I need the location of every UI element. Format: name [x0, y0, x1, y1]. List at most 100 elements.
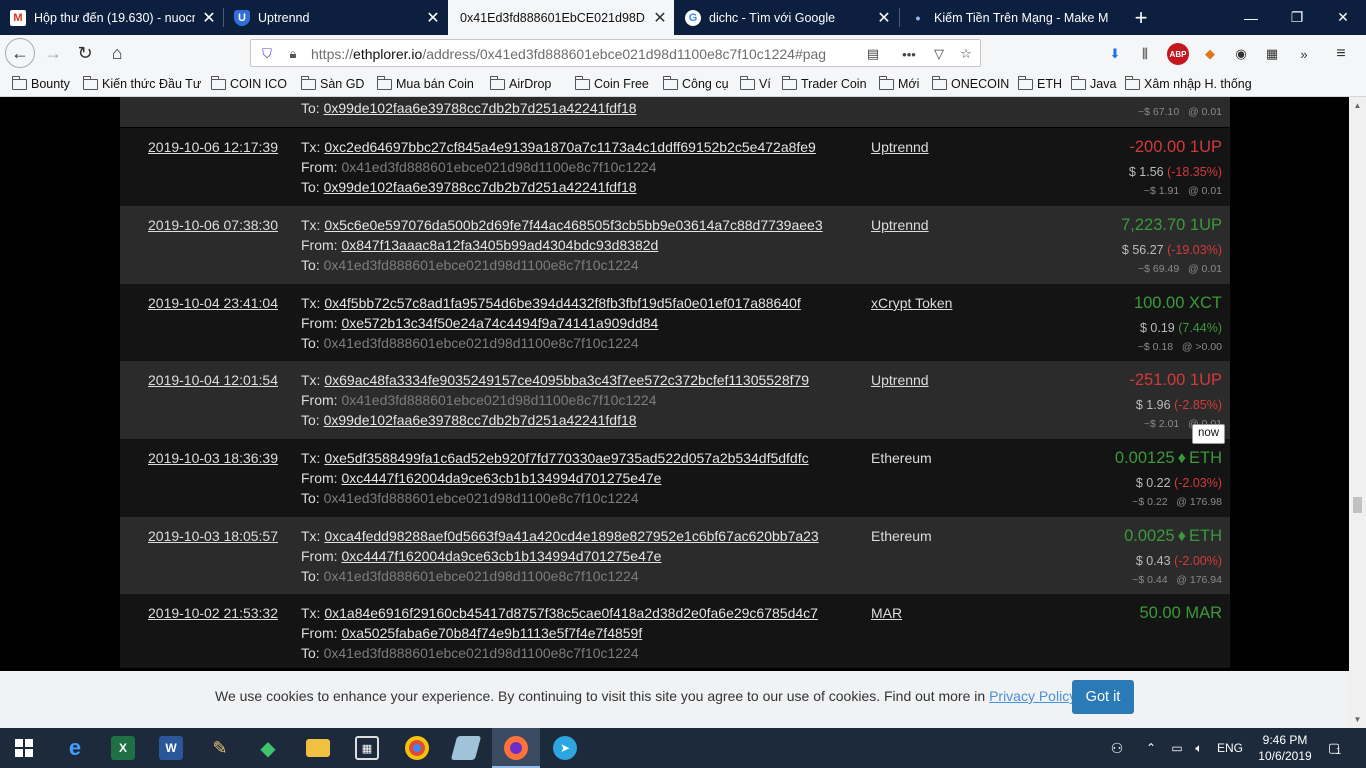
clock[interactable]: 9:46 PM 10/6/2019	[1252, 732, 1318, 764]
close-icon[interactable]: ✕	[419, 8, 447, 28]
url-text[interactable]: https://ethplorer.io/address/0x41ed3fd88…	[311, 46, 856, 62]
tx-hash-link[interactable]: 0xc2ed64697bbc27cf845a4e9139a1870a7c1173…	[324, 139, 816, 155]
start-button[interactable]	[0, 728, 48, 768]
url-bar[interactable]: ⛉ 🔒︎ https://ethplorer.io/address/0x41ed…	[250, 39, 981, 67]
taskbar-telegram[interactable]: ➤	[541, 728, 589, 768]
bookmark-folder[interactable]: Trader Coin	[781, 75, 867, 93]
scroll-down-icon[interactable]: ▼	[1349, 711, 1366, 728]
token-link[interactable]: Uptrennd	[871, 139, 929, 155]
overflow-chevron-icon[interactable]: »	[1293, 43, 1315, 65]
tx-date-link[interactable]: 2019-10-06 07:38:30	[148, 217, 278, 233]
people-icon[interactable]: ⚇	[1104, 728, 1130, 768]
bookmark-folder[interactable]: ETH	[1017, 75, 1062, 93]
taskbar-app-diamond[interactable]: ◆	[244, 728, 292, 768]
close-icon[interactable]: ✕	[195, 8, 223, 28]
tab-uptrennd[interactable]: U Uptrennd ✕	[224, 0, 447, 35]
close-icon[interactable]: ✕	[646, 8, 674, 28]
lock-icon[interactable]: 🔒︎	[283, 44, 303, 64]
bookmark-folder[interactable]: Mới	[878, 75, 919, 93]
taskbar-calculator[interactable]: ▦	[343, 728, 391, 768]
menu-icon[interactable]: ≡	[1330, 43, 1352, 65]
to-address-link[interactable]: 0x99de102faa6e39788cc7db2b7d251a42241fdf…	[324, 412, 637, 428]
forward-button[interactable]: →	[38, 39, 68, 67]
tx-date-link[interactable]: 2019-10-03 18:36:39	[148, 450, 278, 466]
to-address-link[interactable]: 0x99de102faa6e39788cc7db2b7d251a42241fdf…	[324, 100, 637, 116]
tab-google[interactable]: G dichc - Tìm với Google ✕	[675, 0, 898, 35]
token-link[interactable]: Uptrennd	[871, 372, 929, 388]
library-icon[interactable]: ⫼	[1134, 43, 1156, 65]
from-address-link[interactable]: 0x847f13aaac8a12fa3405b99ad4304bdc93d838…	[341, 237, 658, 253]
restore-button[interactable]: ❐	[1274, 0, 1320, 35]
bookmark-folder[interactable]: Mua bán Coin	[376, 75, 474, 93]
qr-code-icon[interactable]: ▦	[1261, 43, 1283, 65]
adblock-icon[interactable]: ABP	[1167, 43, 1189, 65]
home-button[interactable]: ⌂	[102, 39, 132, 67]
taskbar-chrome[interactable]	[393, 728, 441, 768]
account-icon[interactable]: ◉	[1230, 43, 1252, 65]
tx-date-link[interactable]: 2019-10-04 12:01:54	[148, 372, 278, 388]
reader-view-icon[interactable]: ▤	[863, 44, 883, 64]
bookmark-folder[interactable]: ONECOIN	[931, 75, 1009, 93]
from-address-link[interactable]: 0xc4447f162004da9ce63cb1b134994d701275e4…	[341, 470, 661, 486]
bookmark-folder[interactable]: Bounty	[11, 75, 70, 93]
notifications-icon[interactable]: ▢ 1	[1320, 728, 1348, 768]
cookie-accept-button[interactable]: Got it	[1072, 680, 1134, 714]
bookmark-folder[interactable]: AirDrop	[489, 75, 551, 93]
battery-icon[interactable]: ▭	[1166, 728, 1188, 768]
volume-icon[interactable]: 🔈︎	[1188, 728, 1210, 768]
scroll-thumb[interactable]	[1353, 497, 1362, 513]
shield-icon[interactable]: ⛉	[257, 44, 277, 64]
bookmark-folder[interactable]: Java	[1070, 75, 1116, 93]
tx-hash-link[interactable]: 0x69ac48fa3334fe9035249157ce4095bba3c43f…	[324, 372, 809, 388]
tx-hash-link[interactable]: 0xca4fedd98288aef0d5663f9a41a420cd4e1898…	[324, 528, 818, 544]
pocket-icon[interactable]: ▽	[929, 44, 949, 64]
to-address-link[interactable]: 0x99de102faa6e39788cc7db2b7d251a42241fdf…	[324, 179, 637, 195]
taskbar-excel[interactable]: X	[99, 728, 147, 768]
tx-date-link[interactable]: 2019-10-06 12:17:39	[148, 139, 278, 155]
bookmark-folder[interactable]: COIN ICO	[210, 75, 287, 93]
taskbar-edge[interactable]: e	[51, 728, 99, 768]
bookmark-folder[interactable]: Xâm nhập H. thống	[1124, 75, 1252, 93]
taskbar-paint[interactable]: ✎	[196, 728, 244, 768]
tx-hash-link[interactable]: 0xe5df3588499fa1c6ad52eb920f7fd770330ae9…	[324, 450, 808, 466]
close-icon[interactable]: ✕	[870, 8, 898, 28]
new-tab-button[interactable]: +	[1126, 0, 1156, 35]
from-address-link[interactable]: 0xa5025faba6e70b84f74e9b1113e5f7f4e7f485…	[341, 625, 642, 641]
taskbar-app-cube[interactable]	[442, 728, 490, 768]
token-link[interactable]: Uptrennd	[871, 217, 929, 233]
token-link[interactable]: MAR	[871, 605, 902, 621]
tx-hash-link[interactable]: 0x5c6e0e597076da500b2d69fe7f44ac468505f3…	[324, 217, 822, 233]
reload-button[interactable]: ↻	[70, 39, 100, 67]
taskbar-file-explorer[interactable]	[294, 728, 342, 768]
more-actions-icon[interactable]: •••	[899, 44, 919, 64]
from-address-link[interactable]: 0xc4447f162004da9ce63cb1b134994d701275e4…	[341, 548, 661, 564]
downloads-icon[interactable]: ⬇	[1104, 43, 1126, 65]
show-hidden-icons-chevron-icon[interactable]: ⌃	[1142, 728, 1160, 768]
language-indicator[interactable]: ENG	[1214, 728, 1246, 768]
bookmark-folder[interactable]: Sàn GD	[300, 75, 364, 93]
bookmark-folder[interactable]: Kiến thức Đầu Tư	[82, 75, 201, 93]
metamask-icon[interactable]: ◆	[1199, 43, 1221, 65]
token-link[interactable]: xCrypt Token	[871, 295, 952, 311]
bookmark-star-icon[interactable]: ☆	[956, 44, 976, 64]
bookmark-folder[interactable]: Coin Free	[574, 75, 649, 93]
tab-kiem-tien[interactable]: • Kiếm Tiền Trên Mạng - Make M	[900, 0, 1124, 35]
tx-date-link[interactable]: 2019-10-04 23:41:04	[148, 295, 278, 311]
scroll-up-icon[interactable]: ▲	[1349, 97, 1366, 114]
bookmark-folder[interactable]: Ví	[739, 75, 771, 93]
tab-ethplorer[interactable]: 0x41Ed3fd888601EbCE021d98D1100e ✕	[448, 0, 674, 35]
tx-hash-link[interactable]: 0x4f5bb72c57c8ad1fa95754d6be394d4432f8fb…	[324, 295, 800, 311]
page-scrollbar[interactable]: ▲ ▼	[1349, 97, 1366, 728]
tab-gmail[interactable]: M Hộp thư đến (19.630) - nuocmatl ✕	[0, 0, 223, 35]
taskbar-word[interactable]: W	[147, 728, 195, 768]
bookmark-folder[interactable]: Công cụ	[662, 75, 729, 93]
taskbar-firefox[interactable]	[492, 728, 540, 768]
back-button[interactable]: ←	[5, 38, 35, 68]
minimize-button[interactable]: —	[1228, 0, 1274, 35]
tx-date-link[interactable]: 2019-10-03 18:05:57	[148, 528, 278, 544]
from-address-link[interactable]: 0xe572b13c34f50e24a74c4494f9a74141a909dd…	[341, 315, 658, 331]
tx-hash-link[interactable]: 0x1a84e6916f29160cb45417d8757f38c5cae0f4…	[324, 605, 818, 621]
tx-date-link[interactable]: 2019-10-02 21:53:32	[148, 605, 278, 621]
privacy-policy-link[interactable]: Privacy Policy	[989, 688, 1075, 704]
close-window-button[interactable]: ✕	[1320, 0, 1366, 35]
